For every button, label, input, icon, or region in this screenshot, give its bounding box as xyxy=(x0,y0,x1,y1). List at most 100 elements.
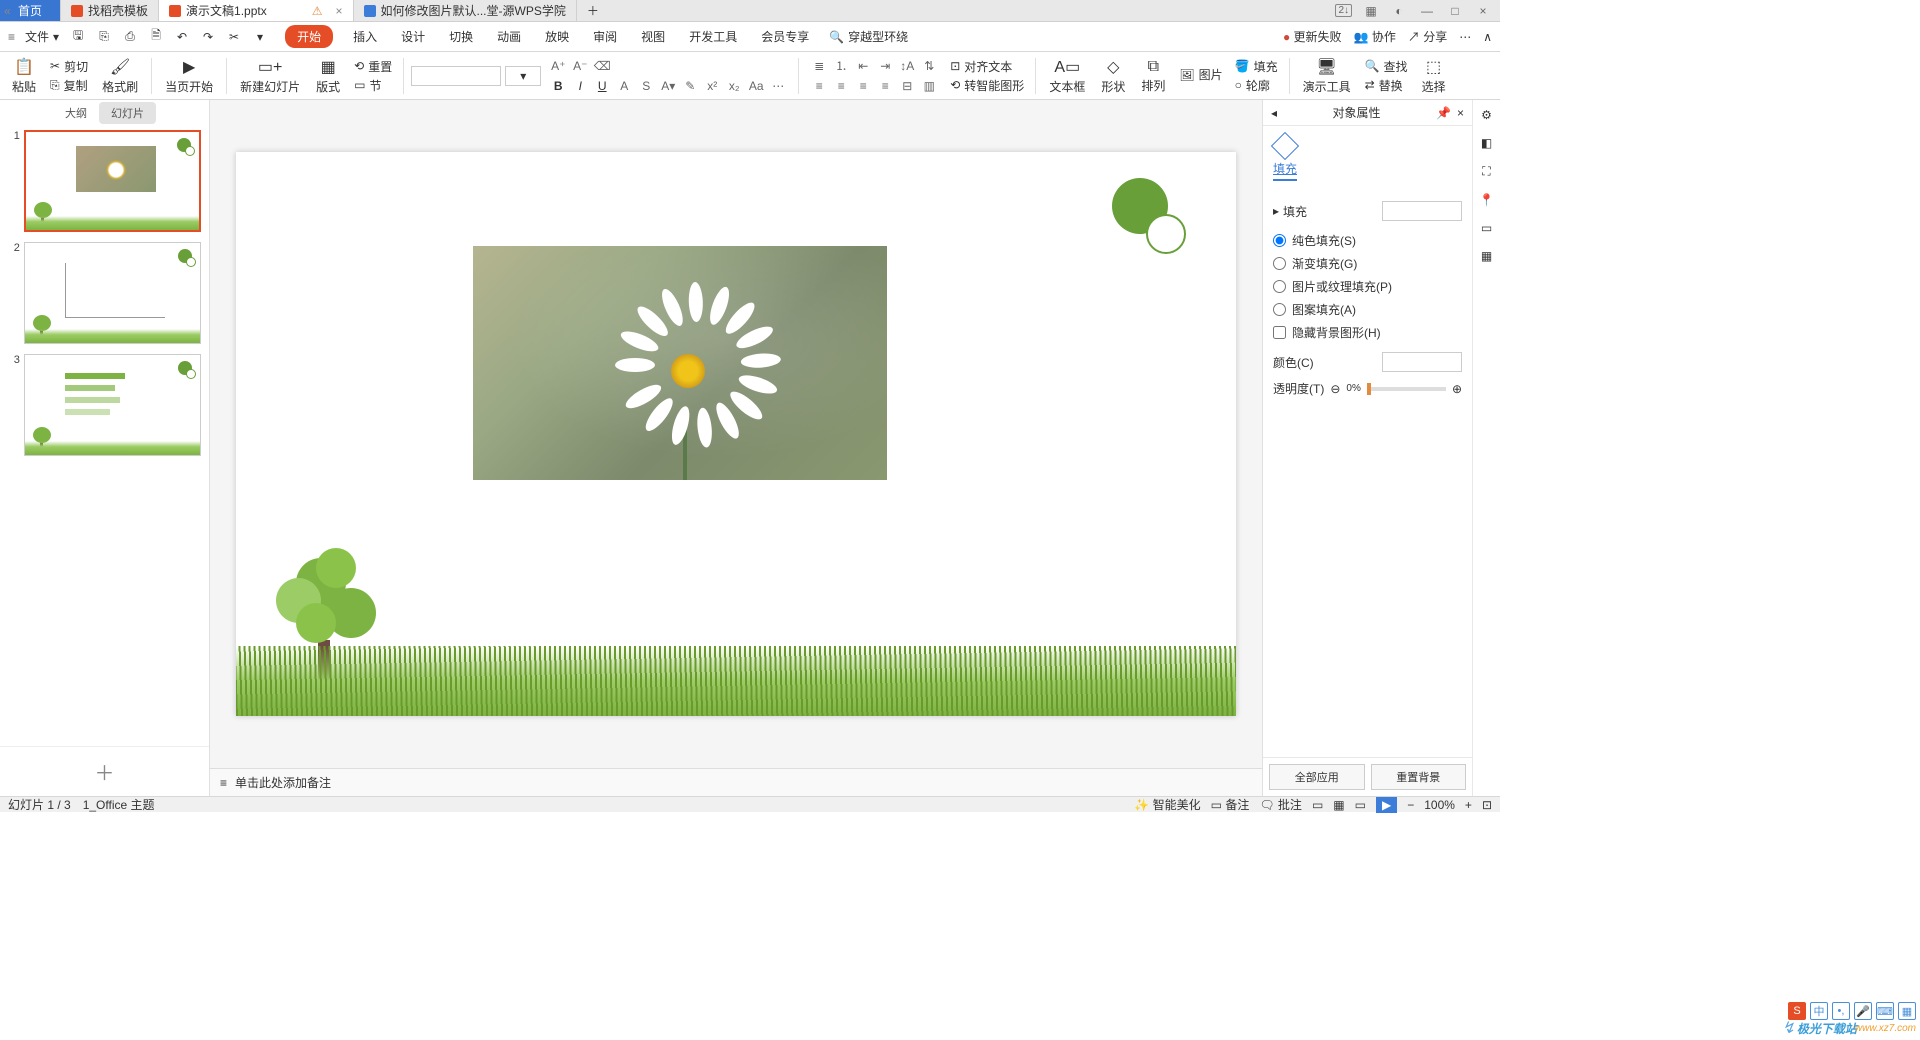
share-button[interactable]: ↗ 分享 xyxy=(1408,28,1447,45)
slide-canvas[interactable] xyxy=(210,100,1262,768)
collab-button[interactable]: 👥 协作 xyxy=(1354,28,1396,45)
slides-mode[interactable]: 幻灯片 xyxy=(99,102,156,124)
undo-icon[interactable]: ↶ xyxy=(173,30,191,44)
slide[interactable] xyxy=(236,152,1236,716)
decrease-font-icon[interactable]: A⁻ xyxy=(571,57,589,75)
more-menu-icon[interactable]: ⋯ xyxy=(1459,30,1471,44)
bold-icon[interactable]: B xyxy=(549,77,567,95)
align-center-icon[interactable]: ≡ xyxy=(832,77,850,95)
hide-bg-option[interactable]: 隐藏背景图形(H) xyxy=(1273,321,1462,344)
columns-icon[interactable]: ▥ xyxy=(920,77,938,95)
from-current[interactable]: ▶当页开始 xyxy=(159,53,219,99)
tab-design[interactable]: 设计 xyxy=(397,25,429,48)
increase-font-icon[interactable]: A⁺ xyxy=(549,57,567,75)
fill-button[interactable]: 🪣填充 xyxy=(1235,58,1278,75)
tab-view[interactable]: 视图 xyxy=(637,25,669,48)
text-dir-icon[interactable]: ↕A xyxy=(898,57,916,75)
presentation-tools[interactable]: 🖥演示工具 xyxy=(1297,53,1357,99)
indent-inc-icon[interactable]: ⇥ xyxy=(876,57,894,75)
close-window-icon[interactable]: × xyxy=(1474,4,1492,18)
file-menu[interactable]: 文件▾ xyxy=(19,28,65,45)
tab-transition[interactable]: 切换 xyxy=(445,25,477,48)
font-select[interactable] xyxy=(411,66,501,86)
align-left-icon[interactable]: ≡ xyxy=(810,77,828,95)
solid-fill-option[interactable]: 纯色填充(S) xyxy=(1273,229,1462,252)
solid-radio[interactable] xyxy=(1273,234,1286,247)
hide-bg-check[interactable] xyxy=(1273,326,1286,339)
super-icon[interactable]: x² xyxy=(703,77,721,95)
thumbnail-2[interactable] xyxy=(24,242,201,344)
textbox-button[interactable]: A▭文本框 xyxy=(1043,53,1091,99)
update-fail[interactable]: ● 更新失败 xyxy=(1283,28,1342,45)
beautify-button[interactable]: ✨ 智能美化 xyxy=(1134,796,1200,813)
comments-toggle[interactable]: 🗨 批注 xyxy=(1259,796,1302,813)
close-panel-icon[interactable]: × xyxy=(1457,106,1464,120)
outline-button[interactable]: ○轮廓 xyxy=(1235,77,1278,94)
italic-icon[interactable]: I xyxy=(571,77,589,95)
user-icon[interactable]: ◐ xyxy=(1390,4,1408,18)
align-right-icon[interactable]: ≡ xyxy=(854,77,872,95)
save-icon[interactable]: 🖫 xyxy=(69,26,87,47)
redo-icon[interactable]: ↷ xyxy=(199,30,217,44)
tab-dev[interactable]: 开发工具 xyxy=(685,25,741,48)
print-icon[interactable]: ⎙ xyxy=(121,29,139,44)
opacity-slider[interactable] xyxy=(1367,387,1446,391)
tab-document[interactable]: 演示文稿1.pptx⚠× xyxy=(159,0,353,21)
tab-template[interactable]: 找稻壳模板 xyxy=(61,0,159,21)
highlight-icon[interactable]: ✎ xyxy=(681,77,699,95)
cut-button[interactable]: ✂剪切 xyxy=(50,58,88,75)
maximize-icon[interactable]: □ xyxy=(1446,4,1464,18)
copy-button[interactable]: ⎘复制 xyxy=(50,77,88,94)
justify-icon[interactable]: ≡ xyxy=(876,77,894,95)
thumbnail-3[interactable] xyxy=(24,354,201,456)
tab-animation[interactable]: 动画 xyxy=(493,25,525,48)
convert-shape-button[interactable]: ⟲转智能图形 xyxy=(950,77,1024,94)
numbering-icon[interactable]: ⒈ xyxy=(832,57,850,75)
reset-bg-button[interactable]: 重置背景 xyxy=(1371,764,1467,790)
export-side-icon[interactable]: ▦ xyxy=(1481,249,1492,263)
select-button[interactable]: ⬚选择 xyxy=(1416,53,1452,99)
apply-all-button[interactable]: 全部应用 xyxy=(1269,764,1365,790)
collapse-icon[interactable]: « xyxy=(4,4,11,18)
tab-member[interactable]: 会员专享 xyxy=(757,25,813,48)
book-side-icon[interactable]: ▭ xyxy=(1481,221,1492,235)
shape-button[interactable]: ◇形状 xyxy=(1095,53,1131,99)
case-icon[interactable]: Aa xyxy=(747,77,765,95)
add-slide-button[interactable]: ＋ xyxy=(0,746,209,796)
badge-icon[interactable]: 2↓ xyxy=(1335,4,1352,17)
collapse-panel-icon[interactable]: ◂ xyxy=(1271,106,1277,120)
tab-start[interactable]: 开始 xyxy=(285,25,333,48)
spacing-icon[interactable]: ⋯ xyxy=(769,77,787,95)
more-qa-icon[interactable]: ▾ xyxy=(251,30,269,44)
cut-qa-icon[interactable]: ✂ xyxy=(225,30,243,44)
find-button[interactable]: 🔍查找 xyxy=(1365,58,1408,75)
settings-side-icon[interactable]: ⚙ xyxy=(1481,108,1492,122)
outline-mode[interactable]: 大纲 xyxy=(53,102,99,124)
reset-button[interactable]: ⟲重置 xyxy=(354,58,392,75)
fit-icon[interactable]: ⊡ xyxy=(1482,798,1492,812)
pattern-fill-option[interactable]: 图案填充(A) xyxy=(1273,298,1462,321)
color-select[interactable] xyxy=(1382,352,1462,372)
bullets-icon[interactable]: ≣ xyxy=(810,57,828,75)
arrange-button[interactable]: ⧉排列 xyxy=(1135,53,1171,99)
indent-dec-icon[interactable]: ⇤ xyxy=(854,57,872,75)
section-button[interactable]: ▭节 xyxy=(354,77,392,94)
saveas-icon[interactable]: ⎘ xyxy=(95,29,113,44)
zoom-out-icon[interactable]: − xyxy=(1407,798,1414,812)
fill-header[interactable]: ▸填充 xyxy=(1273,201,1462,221)
tab-insert[interactable]: 插入 xyxy=(349,25,381,48)
picture-radio[interactable] xyxy=(1273,280,1286,293)
zoom-in-icon[interactable]: + xyxy=(1465,798,1472,812)
collapse-ribbon-icon[interactable]: ∧ xyxy=(1483,30,1492,44)
pin-side-icon[interactable]: 📍 xyxy=(1479,193,1494,207)
tab-slideshow[interactable]: 放映 xyxy=(541,25,573,48)
linespace-icon[interactable]: ⇅ xyxy=(920,57,938,75)
view-reading-icon[interactable]: ▭ xyxy=(1355,798,1366,812)
zoom-value[interactable]: 100% xyxy=(1424,798,1455,812)
distribute-icon[interactable]: ⊟ xyxy=(898,77,916,95)
notes-area[interactable]: ≡ 单击此处添加备注 xyxy=(210,768,1262,796)
align-text-button[interactable]: ⊡对齐文本 xyxy=(950,58,1024,75)
grid-icon[interactable]: ▦ xyxy=(1362,4,1380,18)
tab-review[interactable]: 审阅 xyxy=(589,25,621,48)
shadow-icon[interactable]: S xyxy=(637,77,655,95)
